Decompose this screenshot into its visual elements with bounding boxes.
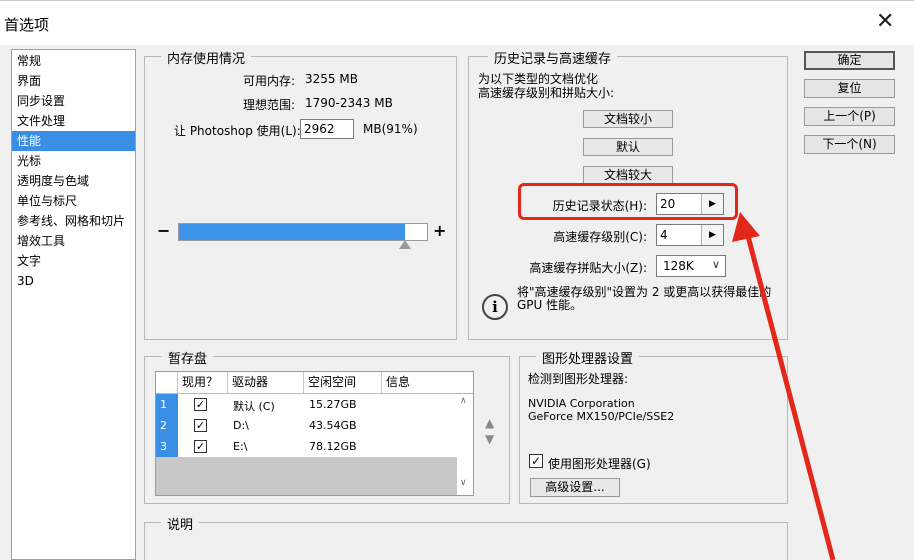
sidebar-item-general[interactable]: 常规	[12, 51, 135, 71]
row-index: 1	[156, 394, 178, 415]
tall-thin-button[interactable]: 文档较小	[583, 110, 673, 128]
close-icon[interactable]: ✕	[876, 11, 894, 33]
ram-usage-slider-fill	[179, 224, 405, 240]
header-drive[interactable]: 驱动器	[228, 372, 304, 393]
row-free-space: 78.12GB	[309, 440, 357, 453]
annotation-arrow-icon	[732, 212, 836, 560]
preferences-sidebar: 常规 界面 同步设置 文件处理 性能 光标 透明度与色域 单位与标尺 参考线、网…	[11, 49, 136, 560]
move-up-icon[interactable]: ▲	[485, 415, 494, 431]
scroll-up-icon[interactable]: ∧	[460, 396, 467, 406]
scratch-disks-title: 暂存盘	[162, 348, 214, 367]
ideal-range-value: 1790-2343 MB	[305, 96, 393, 110]
next-button[interactable]: 下一个(N)	[804, 135, 895, 154]
sidebar-item-plugins[interactable]: 增效工具	[12, 231, 135, 251]
ram-usage-label: 让 Photoshop 使用(L):	[174, 124, 301, 138]
previous-button[interactable]: 上一个(P)	[804, 107, 895, 126]
cache-levels-arrow-icon[interactable]: ▶	[701, 225, 723, 245]
description-title: 说明	[161, 514, 200, 533]
ram-usage-input[interactable]: 2962	[300, 119, 354, 139]
sidebar-item-file-handling[interactable]: 文件处理	[12, 111, 135, 131]
title-bar: 首选项 ✕	[0, 0, 914, 45]
cache-tile-size-value: 128K	[663, 259, 694, 273]
gpu-vendor: NVIDIA Corporation	[528, 397, 635, 410]
scratch-disks-group: 暂存盘 现用？ 驱动器 空闲空间 信息 1 ✓ 默认 (C) 15.27GB 2…	[144, 348, 510, 504]
table-header: 现用？ 驱动器 空闲空间 信息	[156, 372, 473, 394]
row-drive: 默认 (C)	[233, 400, 275, 413]
row-free-space: 43.54GB	[309, 419, 357, 432]
table-row[interactable]: 2 ✓ D:\ 43.54GB	[156, 415, 458, 436]
sidebar-item-interface[interactable]: 界面	[12, 71, 135, 91]
table-row[interactable]: 1 ✓ 默认 (C) 15.27GB	[156, 394, 458, 415]
big-flat-button[interactable]: 文档较大	[583, 166, 673, 184]
scratch-disks-table: 现用？ 驱动器 空闲空间 信息 1 ✓ 默认 (C) 15.27GB 2 ✓ D…	[155, 371, 474, 496]
cache-desc-line1: 为以下类型的文档优化	[478, 72, 599, 86]
row-drive: E:\	[233, 440, 248, 453]
ideal-range-label: 理想范围:	[242, 98, 295, 112]
row-index: 2	[156, 415, 178, 436]
cache-levels-label: 高速缓存级别(C):	[553, 230, 647, 244]
row-free-space: 15.27GB	[309, 398, 357, 411]
cache-optimize-description: 为以下类型的文档优化 高速缓存级别和拼贴大小:	[478, 72, 614, 100]
gpu-model: GeForce MX150/PCIe/SSE2	[528, 410, 675, 423]
memory-usage-title: 内存使用情况	[161, 48, 252, 67]
available-ram-value: 3255 MB	[305, 72, 358, 86]
sidebar-item-sync-settings[interactable]: 同步设置	[12, 91, 135, 111]
cache-tile-size-select[interactable]: 128K ∨	[656, 255, 726, 277]
ram-usage-slider-thumb[interactable]	[399, 240, 411, 249]
table-scrollbar[interactable]: ∧ ∨	[457, 394, 473, 495]
gpu-detected-label: 检测到图形处理器:	[528, 372, 629, 386]
advanced-settings-button[interactable]: 高级设置...	[530, 478, 620, 497]
header-info[interactable]: 信息	[382, 372, 474, 393]
row-active-checkbox[interactable]: ✓	[194, 398, 207, 411]
memory-usage-group: 内存使用情况 可用内存: 3255 MB 理想范围: 1790-2343 MB …	[144, 48, 457, 340]
default-cache-button[interactable]: 默认	[583, 138, 673, 156]
chevron-down-icon: ∨	[711, 258, 720, 271]
sidebar-item-type[interactable]: 文字	[12, 251, 135, 271]
cache-tile-size-label: 高速缓存拼贴大小(Z):	[529, 261, 647, 275]
row-active-checkbox[interactable]: ✓	[194, 419, 207, 432]
use-gpu-label[interactable]: 使用图形处理器(G)	[548, 455, 651, 472]
use-gpu-checkbox[interactable]: ✓	[529, 454, 543, 468]
ram-usage-percent: MB(91%)	[363, 122, 418, 136]
row-index: 3	[156, 436, 178, 457]
header-active[interactable]: 现用？	[178, 372, 228, 393]
gpu-settings-title: 图形处理器设置	[536, 348, 640, 367]
decrease-ram-button[interactable]: −	[157, 221, 170, 240]
available-ram-label: 可用内存:	[242, 74, 295, 88]
sidebar-item-units-rulers[interactable]: 单位与标尺	[12, 191, 135, 211]
cache-levels-value: 4	[660, 228, 668, 242]
sidebar-item-transparency-gamut[interactable]: 透明度与色域	[12, 171, 135, 191]
cache-desc-line2: 高速缓存级别和拼贴大小:	[478, 86, 615, 100]
history-cache-title: 历史记录与高速缓存	[488, 48, 618, 67]
reorder-arrows: ▲ ▼	[485, 415, 494, 447]
ok-button[interactable]: 确定	[804, 51, 895, 70]
sidebar-item-cursors[interactable]: 光标	[12, 151, 135, 171]
ram-usage-slider[interactable]	[178, 223, 428, 241]
header-index	[156, 372, 178, 393]
sidebar-item-guides-grid-slices[interactable]: 参考线、网格和切片	[12, 211, 135, 231]
scroll-down-icon[interactable]: ∨	[460, 478, 467, 488]
reset-button[interactable]: 复位	[804, 79, 895, 98]
sidebar-item-3d[interactable]: 3D	[12, 271, 135, 291]
history-states-highlight	[518, 183, 738, 220]
table-empty-area	[156, 457, 458, 495]
table-row[interactable]: 3 ✓ E:\ 78.12GB	[156, 436, 458, 457]
row-active-checkbox[interactable]: ✓	[194, 440, 207, 453]
description-group: 说明	[144, 514, 788, 560]
sidebar-item-performance[interactable]: 性能	[12, 131, 135, 151]
row-drive: D:\	[233, 419, 249, 432]
increase-ram-button[interactable]: +	[433, 221, 446, 240]
window-title: 首选项	[4, 16, 50, 34]
move-down-icon[interactable]: ▼	[485, 431, 494, 447]
cache-levels-field[interactable]: 4 ▶	[656, 224, 724, 246]
header-free-space[interactable]: 空闲空间	[304, 372, 382, 393]
info-icon: i	[482, 294, 508, 320]
